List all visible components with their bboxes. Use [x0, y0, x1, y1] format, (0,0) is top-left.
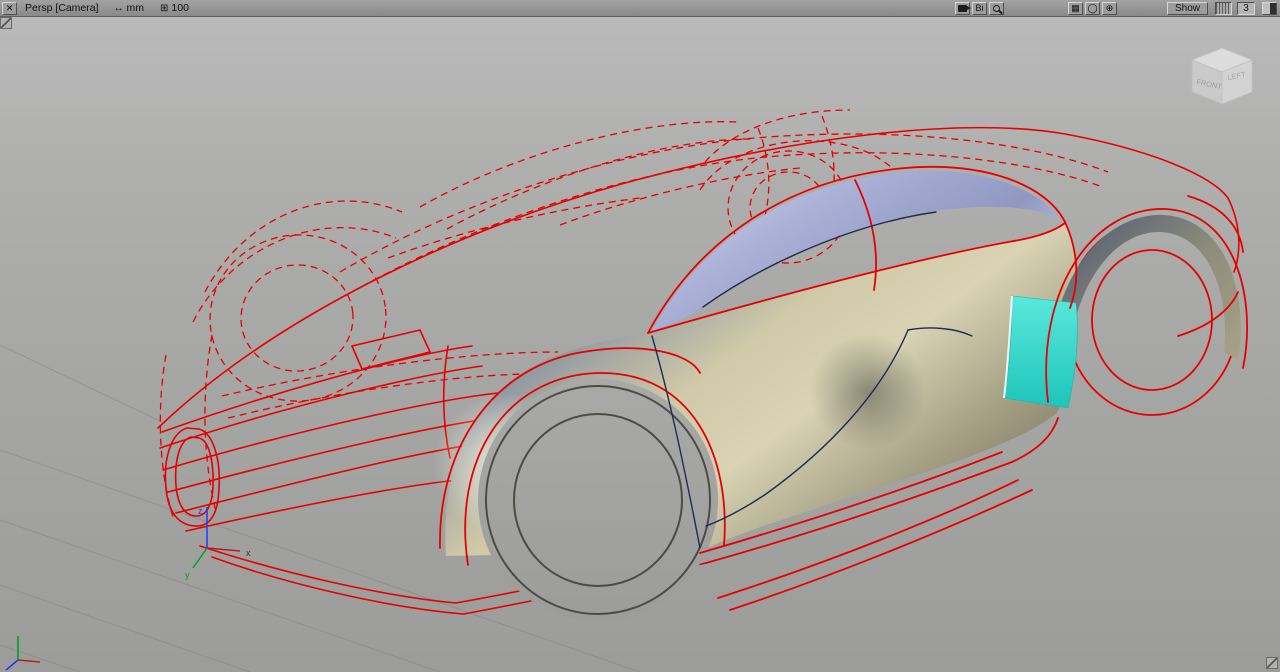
pan-move-button[interactable]: ⊕: [1101, 1, 1117, 15]
modeler-window: ✕ Persp [Camera] ↔ mm ⊞ 100 Bi ▦ ◯ ⊕ Sho…: [0, 0, 1280, 672]
pivot-x-label: x: [246, 548, 251, 558]
viewport-resize-widget[interactable]: [1266, 657, 1278, 669]
grid-snap-icon: ⊞: [160, 2, 169, 14]
window-layout-icon[interactable]: [1262, 1, 1277, 15]
viewport-canvas: z y x FRONT LEFT: [0, 47, 1254, 672]
view-mode-label[interactable]: Persp [Camera]: [25, 2, 99, 14]
show-menu-button[interactable]: Show: [1166, 1, 1208, 15]
door-shadow: [810, 334, 926, 450]
close-viewport-button[interactable]: ✕: [2, 1, 17, 15]
units-control[interactable]: ↔ mm: [114, 2, 145, 14]
circle-display-button[interactable]: ◯: [1084, 1, 1100, 15]
display-slider-icon[interactable]: [1215, 1, 1232, 15]
3d-viewport[interactable]: z y x FRONT LEFT: [0, 17, 1280, 672]
zoom-tool-button[interactable]: [988, 1, 1004, 15]
toolbar-right-group: Bi ▦ ◯ ⊕ Show 3: [954, 1, 1280, 15]
camera-icon: [957, 4, 971, 12]
resize-horizontal-icon: ↔: [113, 2, 124, 14]
view-cube[interactable]: FRONT LEFT: [1190, 47, 1254, 105]
camera-view-button[interactable]: [954, 1, 971, 15]
viewport-split-widget[interactable]: [0, 17, 12, 29]
pivot-z-label: z: [198, 506, 203, 516]
pivot-y-label: y: [185, 570, 190, 580]
birail-button[interactable]: Bi: [971, 1, 987, 15]
toolbar-left-group: ✕ Persp [Camera] ↔ mm ⊞ 100: [0, 1, 189, 15]
plane-display-button[interactable]: ▦: [1067, 1, 1083, 15]
selected-surface-patch[interactable]: [1003, 295, 1078, 409]
grid-size-value: 100: [171, 2, 189, 14]
grid-size-control[interactable]: ⊞ 100: [160, 2, 189, 14]
magnifier-icon: [992, 4, 1000, 12]
layer-value-box[interactable]: 3: [1237, 1, 1255, 15]
viewport-toolbar: ✕ Persp [Camera] ↔ mm ⊞ 100 Bi ▦ ◯ ⊕ Sho…: [0, 0, 1280, 17]
units-label: mm: [126, 2, 145, 14]
